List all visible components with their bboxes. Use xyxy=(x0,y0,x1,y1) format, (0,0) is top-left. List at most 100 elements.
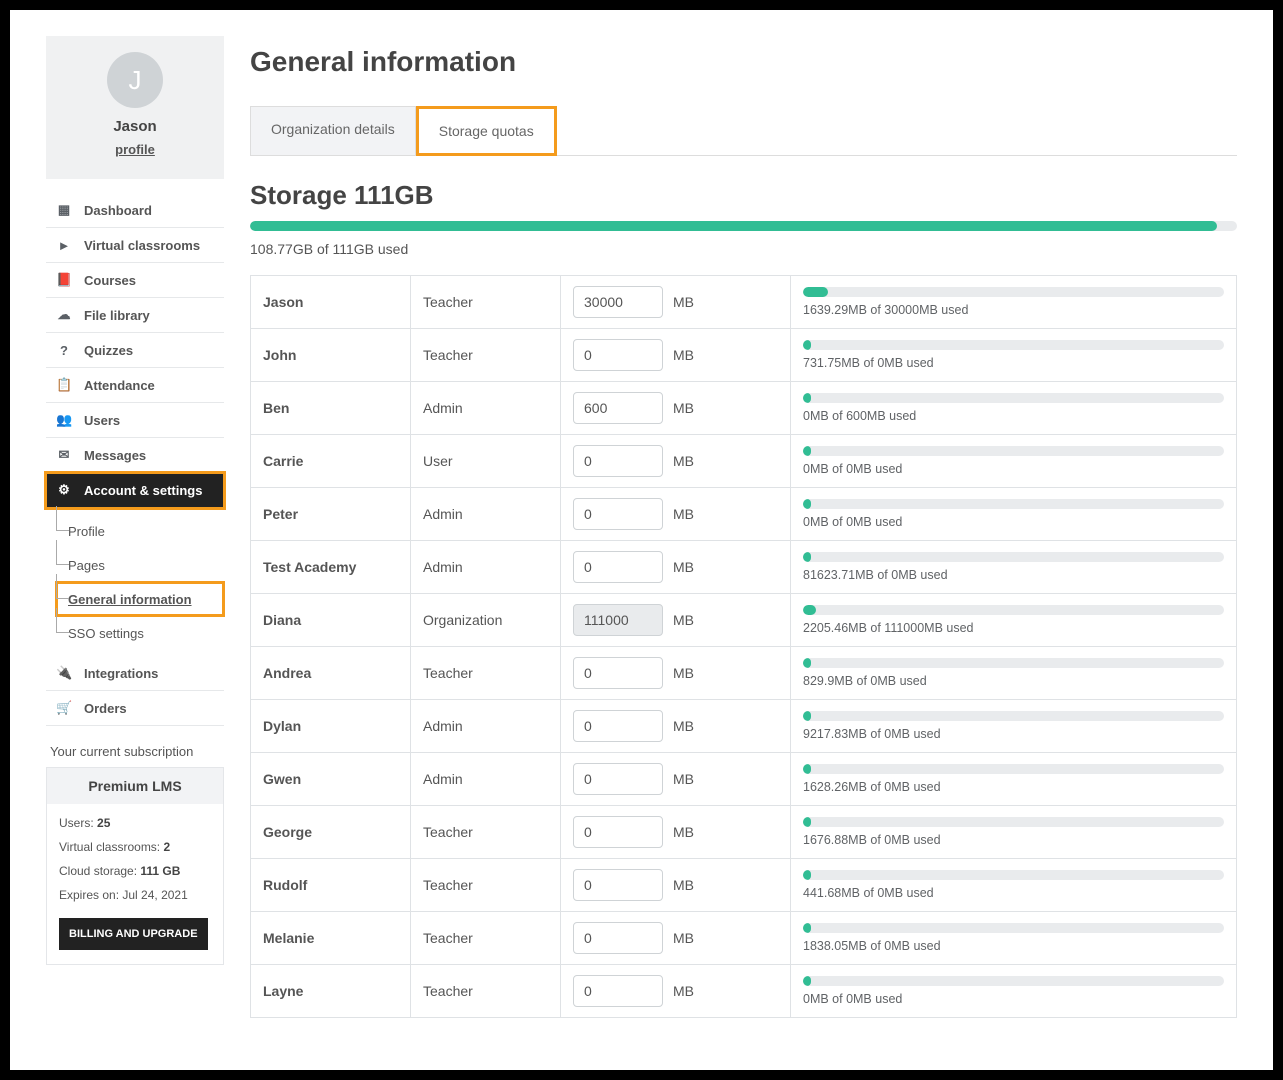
sidebar-item-dashboard[interactable]: ▦ Dashboard xyxy=(46,193,224,228)
sub-item-general-information[interactable]: General information xyxy=(56,582,224,616)
table-row: Diana Organization MB 2205.46MB of 11100… xyxy=(251,594,1237,647)
user-name: Melanie xyxy=(251,912,411,965)
quota-input[interactable] xyxy=(573,975,663,1007)
subscription-card: Premium LMS Users: 25 Virtual classrooms… xyxy=(46,767,224,965)
user-role: Organization xyxy=(411,594,561,647)
unit-label: MB xyxy=(673,665,694,681)
usage-cell: 0MB of 0MB used xyxy=(791,488,1237,541)
row-progress-bar xyxy=(803,393,1224,403)
user-name: George xyxy=(251,806,411,859)
quota-input[interactable] xyxy=(573,922,663,954)
quota-input[interactable] xyxy=(573,286,663,318)
classrooms-value: 2 xyxy=(164,840,171,854)
row-progress-bar xyxy=(803,552,1224,562)
tab-organization-details[interactable]: Organization details xyxy=(250,106,416,156)
usage-cell: 1676.88MB of 0MB used xyxy=(791,806,1237,859)
sub-item-sso-settings[interactable]: SSO settings xyxy=(56,616,224,650)
row-progress-bar xyxy=(803,499,1224,509)
usage-cell: 1628.26MB of 0MB used xyxy=(791,753,1237,806)
row-progress-bar xyxy=(803,764,1224,774)
quota-input[interactable] xyxy=(573,710,663,742)
sidebar-item-file-library[interactable]: ☁ File library xyxy=(46,298,224,333)
sidebar-item-attendance[interactable]: 📋 Attendance xyxy=(46,368,224,403)
row-progress-fill xyxy=(803,658,811,668)
table-row: Peter Admin MB 0MB of 0MB used xyxy=(251,488,1237,541)
storage-progress-fill xyxy=(250,221,1217,231)
unit-label: MB xyxy=(673,824,694,840)
quota-input[interactable] xyxy=(573,445,663,477)
quota-input[interactable] xyxy=(573,763,663,795)
usage-cell: 731.75MB of 0MB used xyxy=(791,329,1237,382)
row-usage-text: 441.68MB of 0MB used xyxy=(803,886,1224,900)
row-progress-bar xyxy=(803,446,1224,456)
unit-label: MB xyxy=(673,294,694,310)
table-row: Layne Teacher MB 0MB of 0MB used xyxy=(251,965,1237,1018)
quota-cell: MB xyxy=(561,488,791,541)
user-role: Admin xyxy=(411,382,561,435)
sub-item-profile[interactable]: Profile xyxy=(56,514,224,548)
tab-storage-quotas[interactable]: Storage quotas xyxy=(416,106,557,156)
row-usage-text: 81623.71MB of 0MB used xyxy=(803,568,1224,582)
row-progress-fill xyxy=(803,552,811,562)
quota-cell: MB xyxy=(561,859,791,912)
unit-label: MB xyxy=(673,983,694,999)
quota-cell: MB xyxy=(561,647,791,700)
usage-cell: 81623.71MB of 0MB used xyxy=(791,541,1237,594)
quota-cell: MB xyxy=(561,753,791,806)
expires-value: Jul 24, 2021 xyxy=(122,888,187,902)
sidebar-item-quizzes[interactable]: ? Quizzes xyxy=(46,333,224,368)
user-role: Admin xyxy=(411,488,561,541)
table-row: Dylan Admin MB 9217.83MB of 0MB used xyxy=(251,700,1237,753)
quota-input[interactable] xyxy=(573,498,663,530)
sidebar-item-label: Virtual classrooms xyxy=(84,238,200,253)
profile-link[interactable]: profile xyxy=(115,142,155,157)
table-row: Melanie Teacher MB 1838.05MB of 0MB used xyxy=(251,912,1237,965)
expires-row: Expires on: Jul 24, 2021 xyxy=(59,888,211,902)
row-usage-text: 0MB of 0MB used xyxy=(803,462,1224,476)
quota-cell: MB xyxy=(561,700,791,753)
quota-input[interactable] xyxy=(573,392,663,424)
book-icon: 📕 xyxy=(56,272,72,288)
user-name: John xyxy=(251,329,411,382)
sidebar-item-users[interactable]: 👥 Users xyxy=(46,403,224,438)
unit-label: MB xyxy=(673,877,694,893)
unit-label: MB xyxy=(673,771,694,787)
usage-cell: 0MB of 0MB used xyxy=(791,965,1237,1018)
user-role: Teacher xyxy=(411,859,561,912)
sub-item-label: General information xyxy=(68,592,192,607)
quota-cell: MB xyxy=(561,382,791,435)
usage-cell: 2205.46MB of 111000MB used xyxy=(791,594,1237,647)
row-usage-text: 2205.46MB of 111000MB used xyxy=(803,621,1224,635)
quota-cell: MB xyxy=(561,541,791,594)
user-name: Jason xyxy=(251,276,411,329)
sidebar-item-messages[interactable]: ✉ Messages xyxy=(46,438,224,473)
row-usage-text: 1628.26MB of 0MB used xyxy=(803,780,1224,794)
plan-name: Premium LMS xyxy=(47,768,223,804)
quota-input[interactable] xyxy=(573,816,663,848)
sub-item-pages[interactable]: Pages xyxy=(56,548,224,582)
storage-row: Cloud storage: 111 GB xyxy=(59,864,211,878)
sidebar-item-integrations[interactable]: 🔌 Integrations xyxy=(46,656,224,691)
user-role: Teacher xyxy=(411,276,561,329)
sidebar-item-virtual-classrooms[interactable]: ► Virtual classrooms xyxy=(46,228,224,263)
quota-cell: MB xyxy=(561,435,791,488)
row-progress-fill xyxy=(803,393,811,403)
sidebar-item-courses[interactable]: 📕 Courses xyxy=(46,263,224,298)
usage-cell: 1838.05MB of 0MB used xyxy=(791,912,1237,965)
quota-input[interactable] xyxy=(573,551,663,583)
billing-upgrade-button[interactable]: BILLING AND UPGRADE xyxy=(59,918,208,950)
row-progress-bar xyxy=(803,817,1224,827)
cloud-icon: ☁ xyxy=(56,307,72,323)
storage-label: Cloud storage: xyxy=(59,864,137,878)
row-progress-fill xyxy=(803,446,811,456)
quota-input[interactable] xyxy=(573,657,663,689)
sidebar-item-account-settings[interactable]: ⚙ Account & settings xyxy=(46,473,224,508)
quota-input[interactable] xyxy=(573,869,663,901)
sidebar-item-label: Messages xyxy=(84,448,146,463)
quota-cell: MB xyxy=(561,276,791,329)
row-progress-bar xyxy=(803,711,1224,721)
quota-input[interactable] xyxy=(573,339,663,371)
sidebar-item-label: File library xyxy=(84,308,150,323)
sidebar-item-orders[interactable]: 🛒 Orders xyxy=(46,691,224,726)
storage-title: Storage 111GB xyxy=(250,180,1237,211)
